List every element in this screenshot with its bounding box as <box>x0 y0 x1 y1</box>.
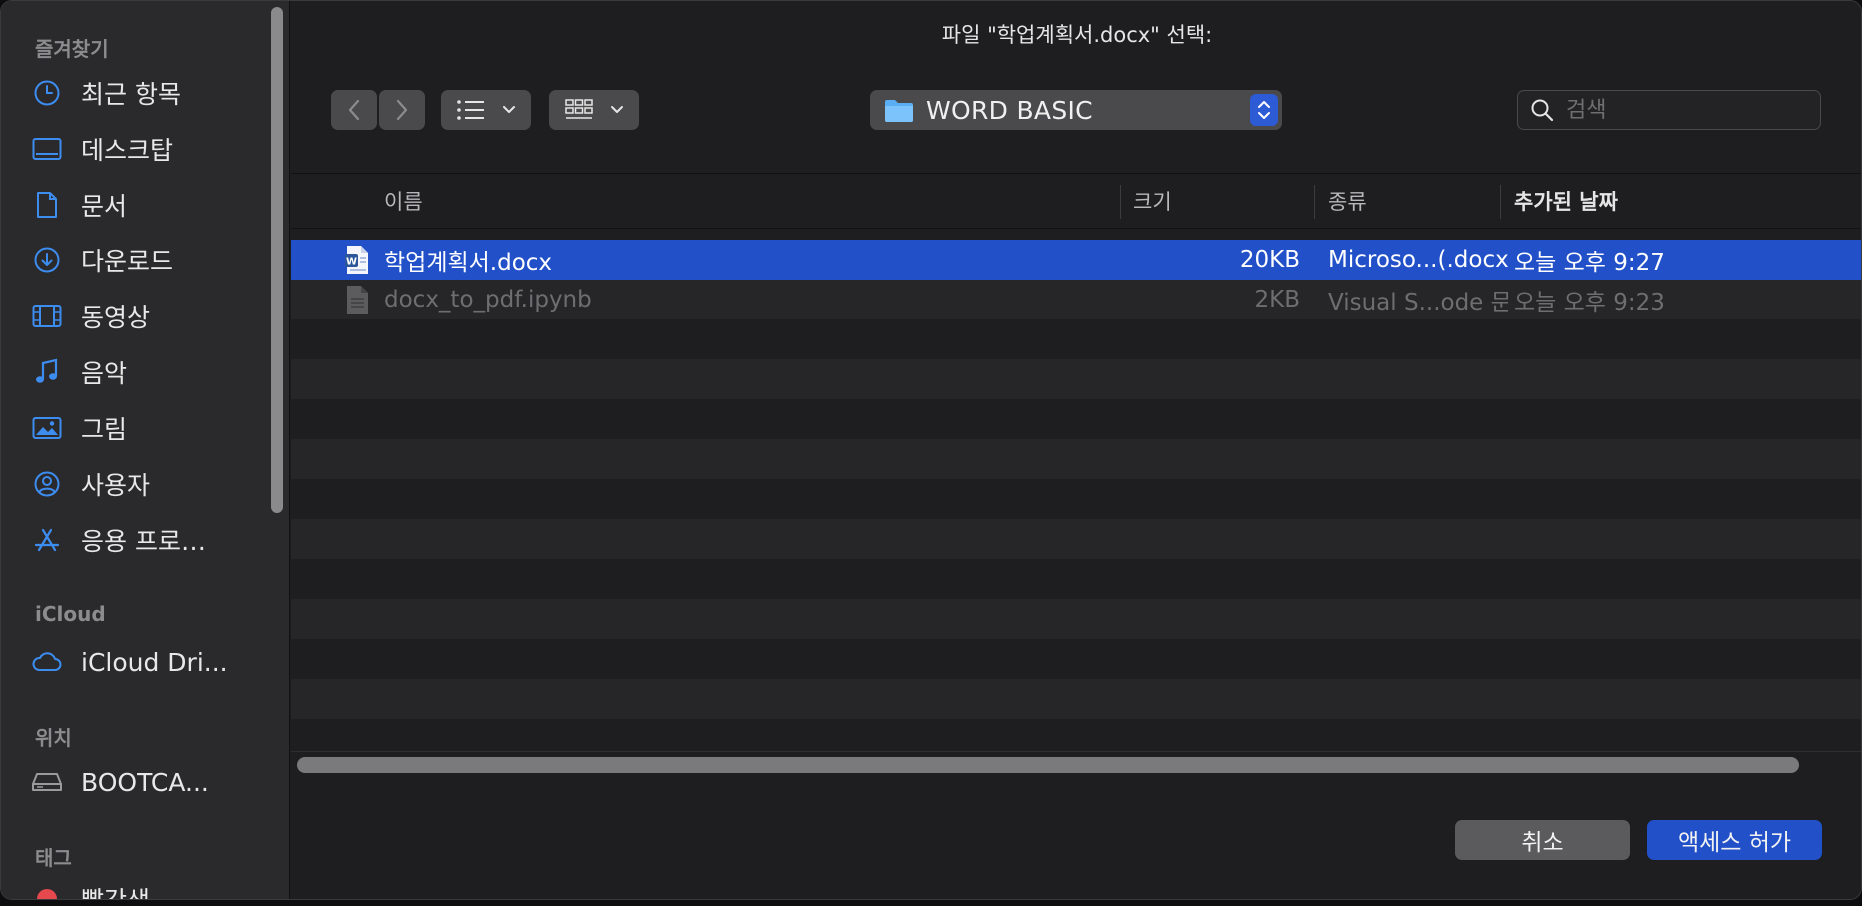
sidebar-item-label: 빨간색 <box>81 881 150 899</box>
row-stripe <box>291 519 1861 559</box>
sidebar-item-label: 음악 <box>81 359 128 388</box>
cancel-button[interactable]: 취소 <box>1455 820 1630 860</box>
sidebar-header-tags: 태그 <box>35 846 72 870</box>
dialog-title: 파일 "학업계획서.docx" 선택: <box>941 23 1213 47</box>
horizontal-scrollbar[interactable] <box>297 757 1799 773</box>
chevron-left-icon <box>348 99 360 121</box>
sidebar-item-recents[interactable]: 최근 항목 <box>31 70 261 116</box>
row-stripe <box>291 439 1861 479</box>
app-store-icon <box>31 524 63 556</box>
grant-access-button[interactable]: 액세스 허가 <box>1647 820 1822 860</box>
sidebar-item-label: 동영상 <box>81 303 151 332</box>
sidebar-item-label: 최근 항목 <box>81 80 181 109</box>
word-document-icon: W <box>344 245 370 281</box>
sidebar-item-downloads[interactable]: 다운로드 <box>31 237 261 283</box>
clock-icon <box>31 77 63 109</box>
sidebar-item-label: iCloud Dri... <box>81 647 228 677</box>
sidebar-item-applications[interactable]: 응용 프로… <box>31 517 261 563</box>
updown-stepper-icon <box>1250 94 1278 126</box>
header-divider <box>291 228 1861 229</box>
folder-icon <box>884 97 914 123</box>
tag-dot-icon <box>31 883 63 899</box>
sidebar-header-icloud: iCloud <box>35 602 106 626</box>
sidebar-item-user[interactable]: 사용자 <box>31 461 261 507</box>
user-circle-icon <box>31 468 63 500</box>
list-view-button[interactable] <box>441 90 531 130</box>
sidebar-item-pictures[interactable]: 그림 <box>31 405 261 451</box>
row-stripe <box>291 359 1861 399</box>
svg-text:W: W <box>346 257 357 268</box>
location-label: WORD BASIC <box>926 95 1093 125</box>
sidebar-item-tag-red[interactable]: 빨간색 <box>31 876 261 899</box>
file-size: 20KB <box>1239 247 1300 273</box>
row-stripe <box>291 679 1861 719</box>
search-input[interactable] <box>1564 96 1804 124</box>
sidebar-item-label: 문서 <box>81 192 128 221</box>
file-size: 2KB <box>1254 287 1301 313</box>
cloud-icon <box>31 646 63 678</box>
sidebar-item-icloud-drive[interactable]: iCloud Dri... <box>31 639 261 685</box>
main-pane: 파일 "학업계획서.docx" 선택: WORD BASIC 검색 이름 크기 … <box>291 1 1861 899</box>
chevron-down-icon <box>503 106 515 113</box>
search-icon <box>1531 99 1554 122</box>
row-stripe <box>291 479 1861 519</box>
download-icon <box>31 244 63 276</box>
toolbar-divider <box>291 173 1861 174</box>
document-icon <box>31 189 63 221</box>
sidebar-item-music[interactable]: 음악 <box>31 349 261 395</box>
sidebar-item-label: 사용자 <box>81 471 151 500</box>
column-header-date-added[interactable]: 추가된 날짜 <box>1514 175 1814 227</box>
column-header-size[interactable]: 크기 <box>1133 175 1313 227</box>
generic-document-icon <box>344 285 370 321</box>
file-kind: Visual S...ode 문서 <box>1328 290 1508 316</box>
sidebar-scrollbar[interactable] <box>271 7 283 513</box>
file-name: docx_to_pdf.ipynb <box>384 287 592 313</box>
column-separator[interactable] <box>1500 185 1501 219</box>
group-view-button[interactable] <box>549 90 639 130</box>
back-button[interactable] <box>331 90 377 130</box>
desktop-background <box>0 900 1862 906</box>
sidebar-item-label: 응용 프로… <box>81 527 206 556</box>
drive-icon <box>31 766 63 798</box>
file-row[interactable]: W 학업계획서.docx 20KB Microso...(.docx) 오늘 오… <box>291 240 1861 281</box>
row-stripe <box>291 399 1861 439</box>
photo-icon <box>31 412 63 444</box>
grid-view-icon <box>565 99 593 119</box>
forward-button[interactable] <box>379 90 425 130</box>
sidebar-item-bootcamp-drive[interactable]: BOOTCA... <box>31 759 261 805</box>
row-stripe <box>291 559 1861 599</box>
sidebar-item-label: BOOTCA... <box>81 767 209 797</box>
sidebar-item-label: 다운로드 <box>81 247 174 276</box>
column-separator[interactable] <box>1314 185 1315 219</box>
music-note-icon <box>31 356 63 388</box>
list-view-icon <box>457 100 484 120</box>
file-date-added: 오늘 오후 9:27 <box>1514 250 1665 276</box>
chevron-down-icon <box>611 106 623 113</box>
column-header-kind[interactable]: 종류 <box>1328 175 1498 227</box>
column-header-name[interactable]: 이름 <box>384 175 904 227</box>
sidebar-item-desktop[interactable]: 데스크탑 <box>31 126 261 172</box>
row-stripe <box>291 639 1861 679</box>
file-open-dialog: 즐겨찾기 최근 항목 데스크탑 문서 다운로드 동영상 음악 그림 사용자 응용… <box>0 0 1862 900</box>
file-kind: Microso...(.docx) <box>1328 247 1508 273</box>
column-separator[interactable] <box>1120 185 1121 219</box>
sidebar-item-documents[interactable]: 문서 <box>31 182 261 228</box>
chevron-right-icon <box>396 99 408 121</box>
file-date-added: 오늘 오후 9:23 <box>1514 290 1665 316</box>
file-row[interactable]: docx_to_pdf.ipynb 2KB Visual S...ode 문서 … <box>291 280 1861 321</box>
search-field[interactable] <box>1517 90 1821 130</box>
desktop-icon <box>31 133 63 165</box>
sidebar-header-favorites: 즐겨찾기 <box>35 37 109 61</box>
file-name: 학업계획서.docx <box>384 250 553 276</box>
row-stripe <box>291 599 1861 639</box>
sidebar-item-label: 데스크탑 <box>81 136 174 165</box>
sidebar: 즐겨찾기 최근 항목 데스크탑 문서 다운로드 동영상 음악 그림 사용자 응용… <box>1 1 290 899</box>
film-icon <box>31 300 63 332</box>
location-popup[interactable]: WORD BASIC <box>870 90 1282 130</box>
sidebar-item-movies[interactable]: 동영상 <box>31 293 261 339</box>
sidebar-item-label: 그림 <box>81 415 128 444</box>
sidebar-header-locations: 위치 <box>35 726 72 750</box>
row-stripe <box>291 319 1861 359</box>
